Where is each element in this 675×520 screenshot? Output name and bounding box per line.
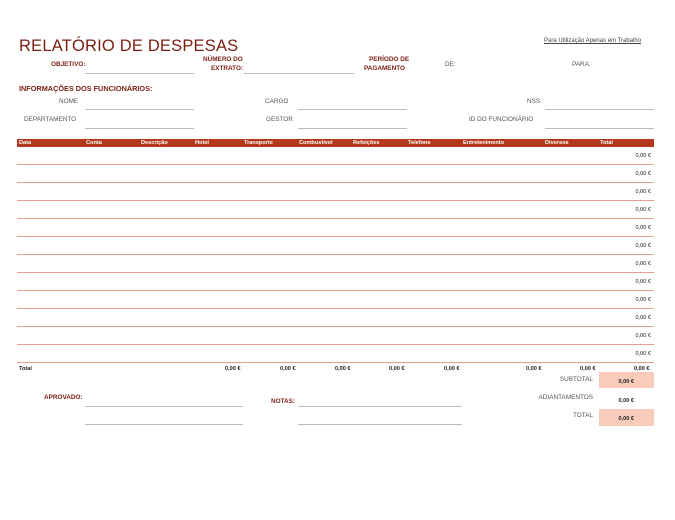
row-total: 0,00 € [635,243,651,249]
employee-id-label: ID DO FUNCIONÁRIO [469,116,534,123]
row-total: 0,00 € [635,261,651,267]
advances-value[interactable]: 0,00 € [599,391,654,407]
page-title: RELATÓRIO DE DESPESAS [19,37,239,55]
approved-signature-line[interactable] [85,406,243,407]
total-diversos: 0,00 € [580,366,596,372]
table-row[interactable]: 0,00 € [17,219,654,237]
col-header-descricao: Descrição [141,139,168,146]
nss-label: NSS [527,98,541,105]
objective-label: OBJETIVO: [51,61,86,68]
department-label: DEPARTAMENTO [24,116,77,123]
department-field[interactable] [85,128,194,129]
total-entretenimento: 0,00 € [526,366,542,372]
col-header-transporte: Transporte [244,139,273,146]
subtotal-value: 0,00 € [599,372,654,388]
row-total: 0,00 € [635,171,651,177]
col-header-data: Data [19,139,32,146]
col-header-refeicoes: Refeições [353,139,380,146]
grand-total-label: TOTAL [572,412,593,419]
table-row[interactable]: 0,00 € [17,345,654,363]
statement-number-label-line2: EXTRATO: [211,65,244,72]
col-header-hotel: Hotel [195,139,209,146]
nss-field[interactable] [545,109,654,110]
col-header-entretenimento: Entretenimento [463,139,505,146]
table-row[interactable]: 0,00 € [17,273,654,291]
col-header-combustivel: Combustível [299,139,333,146]
total-combustivel: 0,00 € [335,366,351,372]
notes-label: NOTAS: [271,398,296,405]
objective-field[interactable] [85,73,194,74]
name-field[interactable] [85,109,194,110]
row-total: 0,00 € [635,189,651,195]
role-field[interactable] [298,109,407,110]
pay-period-label-line2: PAGAMENTO [364,65,405,72]
advances-label: ADIANTAMENTOS [538,394,593,401]
row-total: 0,00 € [635,333,651,339]
totals-row: Total 0,00 € 0,00 € 0,00 € 0,00 € 0,00 €… [17,363,654,375]
col-header-conta: Conta [86,139,102,146]
work-use-note[interactable]: Para Utilização Apenas em Trabalho [544,38,641,44]
table-body: 0,00 € 0,00 € 0,00 € 0,00 € 0,00 € 0,00 … [17,147,654,363]
row-total: 0,00 € [635,351,651,357]
col-header-total: Total [600,139,613,146]
table-row[interactable]: 0,00 € [17,291,654,309]
grand-total-value: 0,00 € [599,409,654,426]
expense-table: Data Conta Descrição Hotel Transporte Co… [17,139,654,375]
statement-number-field[interactable] [244,73,354,74]
role-label: CARGO [265,98,289,105]
table-row[interactable]: 0,00 € [17,255,654,273]
total-telefone: 0,00 € [444,366,460,372]
statement-number-label-line1: NÚMERO DO [203,56,243,63]
table-row[interactable]: 0,00 € [17,165,654,183]
total-hotel: 0,00 € [225,366,241,372]
manager-label: GESTOR [266,116,293,123]
row-total: 0,00 € [635,225,651,231]
approved-signature-line-2[interactable] [85,424,243,425]
row-total: 0,00 € [635,207,651,213]
total-transporte: 0,00 € [280,366,296,372]
total-refeicoes: 0,00 € [389,366,405,372]
notes-field-2[interactable] [298,424,462,425]
subtotal-label: SUBTOTAL [559,376,593,383]
row-total: 0,00 € [635,153,651,159]
manager-field[interactable] [298,128,407,129]
col-header-diversos: Diversos [545,139,569,146]
name-label: NOME [59,98,79,105]
table-row[interactable]: 0,00 € [17,147,654,165]
table-row[interactable]: 0,00 € [17,201,654,219]
row-total: 0,00 € [635,279,651,285]
row-total: 0,00 € [635,315,651,321]
table-row[interactable]: 0,00 € [17,327,654,345]
pay-period-label-line1: PERÍODO DE [369,56,410,63]
period-from-label: DE: [445,61,456,68]
table-row[interactable]: 0,00 € [17,309,654,327]
employee-info-heading: INFORMAÇÕES DOS FUNCIONÁRIOS: [19,84,153,93]
approved-label: APROVADO: [44,394,83,401]
employee-id-field[interactable] [545,128,654,129]
col-header-telefone: Telefone [408,139,431,146]
table-row[interactable]: 0,00 € [17,237,654,255]
table-row[interactable]: 0,00 € [17,183,654,201]
totals-label: Total [19,366,32,372]
row-total: 0,00 € [635,297,651,303]
period-to-label: PARA: [572,61,591,68]
table-header: Data Conta Descrição Hotel Transporte Co… [17,139,654,147]
notes-field[interactable] [298,406,462,407]
